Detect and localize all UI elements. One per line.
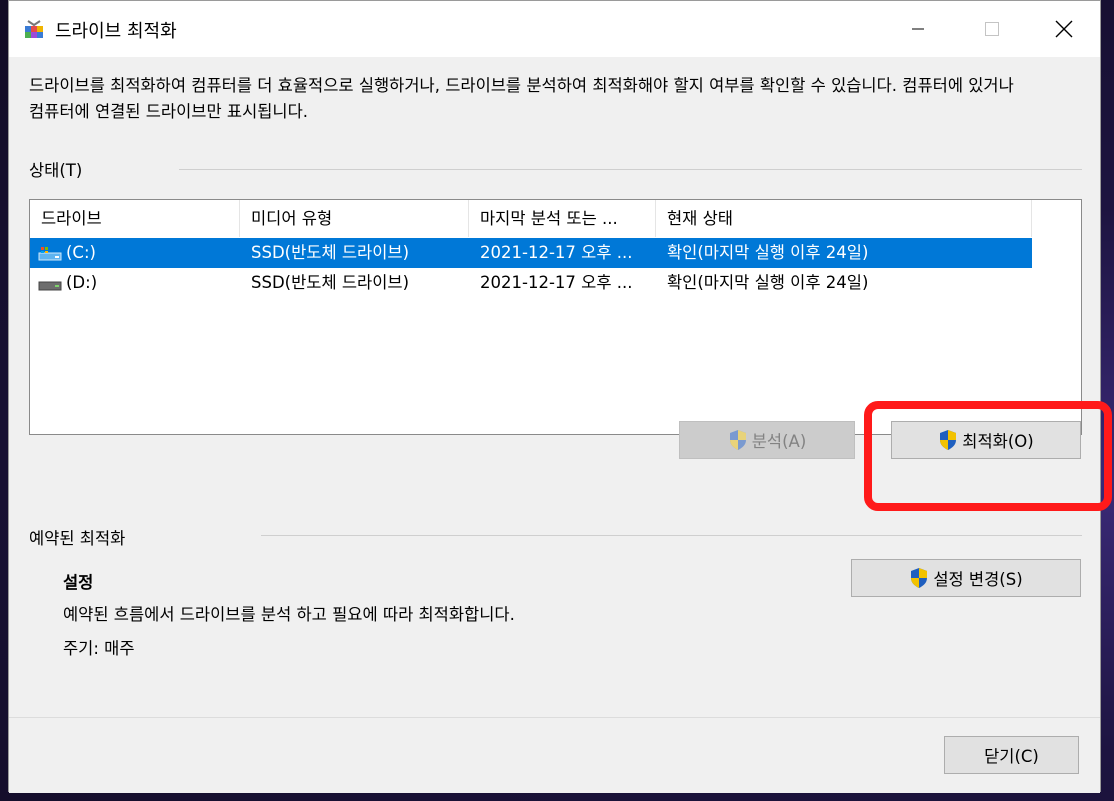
window-title: 드라이브 최적화 — [55, 21, 177, 42]
drive-media-type: SSD(반도체 드라이브) — [251, 243, 410, 262]
close-button-label: 닫기(C) — [984, 747, 1039, 766]
uac-shield-icon — [911, 568, 928, 588]
drive-icon — [38, 281, 62, 291]
minimize-button[interactable] — [895, 11, 941, 47]
maximize-button[interactable] — [969, 11, 1015, 47]
column-header-last-run[interactable]: 마지막 분석 또는 ... — [469, 200, 656, 237]
drive-current-status: 확인(마지막 실행 이후 24일) — [667, 273, 869, 292]
drive-media-type: SSD(반도체 드라이브) — [251, 273, 410, 292]
status-group-label: 상태(T) — [29, 161, 83, 180]
defrag-app-icon — [25, 20, 43, 38]
minimize-icon — [912, 28, 924, 30]
close-icon — [1055, 20, 1073, 38]
analyze-button[interactable]: 분석(A) — [679, 421, 855, 459]
drive-name: (D:) — [66, 273, 98, 292]
settings-description: 예약된 흐름에서 드라이브를 분석 하고 필요에 따라 최적화합니다. — [63, 605, 515, 624]
uac-shield-icon — [729, 430, 746, 450]
column-header-media-type[interactable]: 미디어 유형 — [240, 200, 469, 237]
status-divider — [179, 169, 1082, 170]
drive-current-status: 확인(마지막 실행 이후 24일) — [667, 243, 869, 262]
close-button[interactable]: 닫기(C) — [944, 736, 1079, 774]
close-window-button[interactable] — [1041, 11, 1087, 47]
drive-last-run: 2021-12-17 오후 ... — [480, 243, 633, 262]
scheduled-group-label: 예약된 최적화 — [29, 529, 126, 548]
dialog-footer: 닫기(C) — [9, 717, 1100, 793]
scheduled-divider — [261, 535, 1082, 536]
title-bar[interactable]: 드라이브 최적화 — [9, 1, 1100, 57]
description-text: 드라이브를 최적화하여 컴퓨터를 더 효율적으로 실행하거나, 드라이브를 분석… — [29, 76, 1014, 121]
drive-list-header: 드라이브 미디어 유형 마지막 분석 또는 ... 현재 상태 — [30, 200, 1032, 237]
drive-row-c[interactable]: (C:) SSD(반도체 드라이브) 2021-12-17 오후 ... 확인(… — [30, 238, 1032, 268]
system-drive-icon — [38, 247, 62, 261]
column-header-drive[interactable]: 드라이브 — [30, 200, 240, 237]
drive-list[interactable]: 드라이브 미디어 유형 마지막 분석 또는 ... 현재 상태 (C:) SSD… — [29, 199, 1082, 435]
change-settings-label: 설정 변경(S) — [933, 570, 1023, 589]
change-settings-button[interactable]: 설정 변경(S) — [851, 559, 1081, 597]
maximize-icon — [985, 22, 999, 36]
column-header-current-status[interactable]: 현재 상태 — [656, 200, 1032, 237]
analyze-button-label: 분석(A) — [751, 432, 807, 451]
drive-name: (C:) — [66, 243, 96, 262]
settings-frequency: 주기: 매주 — [63, 639, 135, 658]
drive-last-run: 2021-12-17 오후 ... — [480, 273, 633, 292]
drive-row-d[interactable]: (D:) SSD(반도체 드라이브) 2021-12-17 오후 ... 확인(… — [30, 268, 1032, 298]
optimize-drives-window: 드라이브 최적화 드라이브를 최적화하여 컴퓨터를 더 효율적으로 실행하거나,… — [8, 0, 1101, 793]
highlight-annotation — [864, 401, 1112, 511]
settings-title: 설정 — [63, 573, 94, 592]
